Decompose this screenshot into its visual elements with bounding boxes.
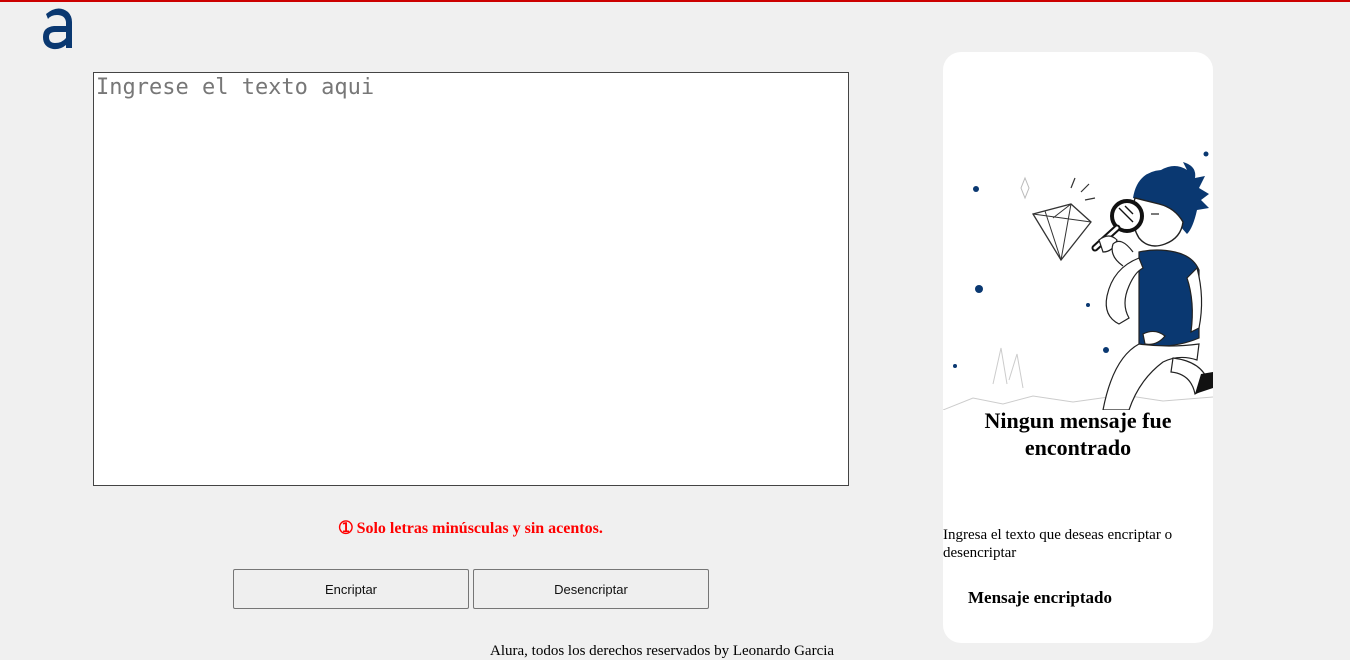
alura-logo-icon	[43, 8, 72, 50]
top-accent-line	[0, 0, 1350, 2]
empty-state-subtitle: Ingresa el texto que deseas encriptar o …	[943, 527, 1173, 561]
decrypt-button[interactable]: Desencriptar	[473, 569, 709, 609]
empty-state-title: Ningun mensaje fue encontrado	[984, 408, 1172, 460]
lowercase-warning: ➀ Solo letras minúsculas y sin acentos.	[93, 518, 849, 538]
warning-text: ➀ Solo letras minúsculas y sin acentos.	[339, 520, 603, 537]
message-input[interactable]	[93, 72, 849, 486]
output-panel: Ningun mensaje fue encontrado Ingresa el…	[943, 52, 1213, 643]
encrypt-button[interactable]: Encriptar	[233, 569, 469, 609]
person-with-magnifier-illustration	[943, 151, 1213, 410]
output-label: Mensaje encriptado	[968, 588, 1113, 607]
footer-credit: Alura, todos los derechos reservados by …	[490, 643, 835, 659]
